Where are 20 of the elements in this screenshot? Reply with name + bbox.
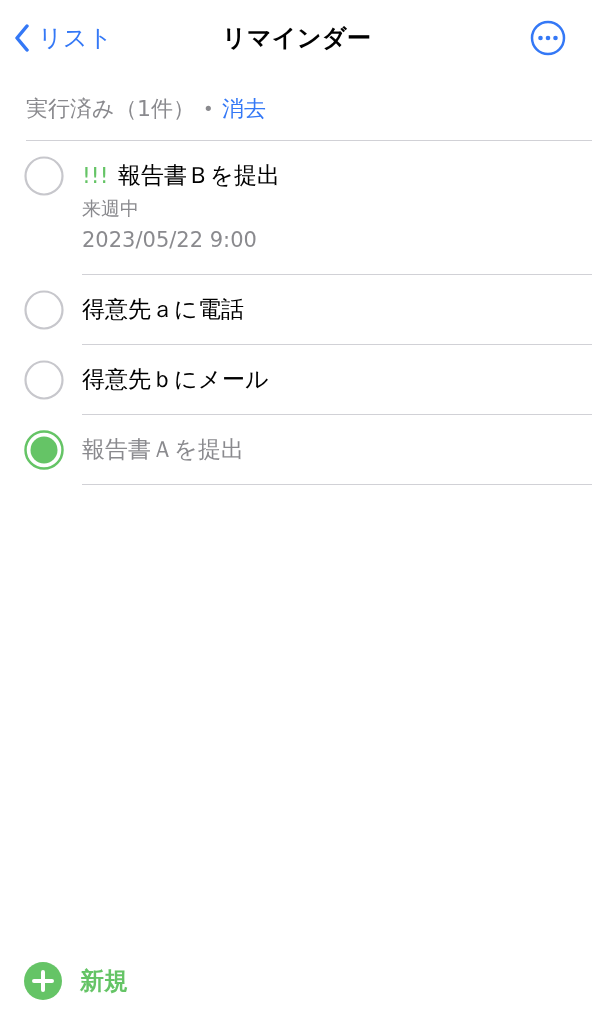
reminder-note: 来週中: [82, 196, 140, 221]
checked-circle-icon[interactable]: [24, 430, 64, 470]
reminder-title[interactable]: 得意先ｂにメール: [82, 362, 269, 396]
reminder-title[interactable]: 得意先ａに電話: [82, 292, 244, 326]
clear-button[interactable]: 消去: [221, 91, 266, 125]
screen-title: リマインダー: [221, 23, 371, 54]
chevron-left-icon: [14, 24, 30, 52]
back-link[interactable]: リスト: [14, 20, 113, 56]
priority-mark: !!!: [82, 161, 109, 190]
empty-circle-icon[interactable]: [24, 290, 64, 330]
reminder-title[interactable]: 報告書Ａを提出: [82, 432, 244, 466]
reminder-title[interactable]: 報告書Ｂを提出: [118, 158, 281, 192]
separator-dot: •: [203, 96, 214, 121]
empty-circle-icon[interactable]: [24, 360, 64, 400]
plus-circle-icon[interactable]: [24, 962, 62, 1000]
completed-count: 実行済み（1件）: [26, 94, 195, 123]
reminder-date: 2023/05/22 9:00: [82, 226, 258, 254]
new-button[interactable]: 新規: [80, 963, 128, 999]
more-icon[interactable]: [530, 20, 566, 56]
empty-circle-icon[interactable]: [24, 156, 64, 196]
